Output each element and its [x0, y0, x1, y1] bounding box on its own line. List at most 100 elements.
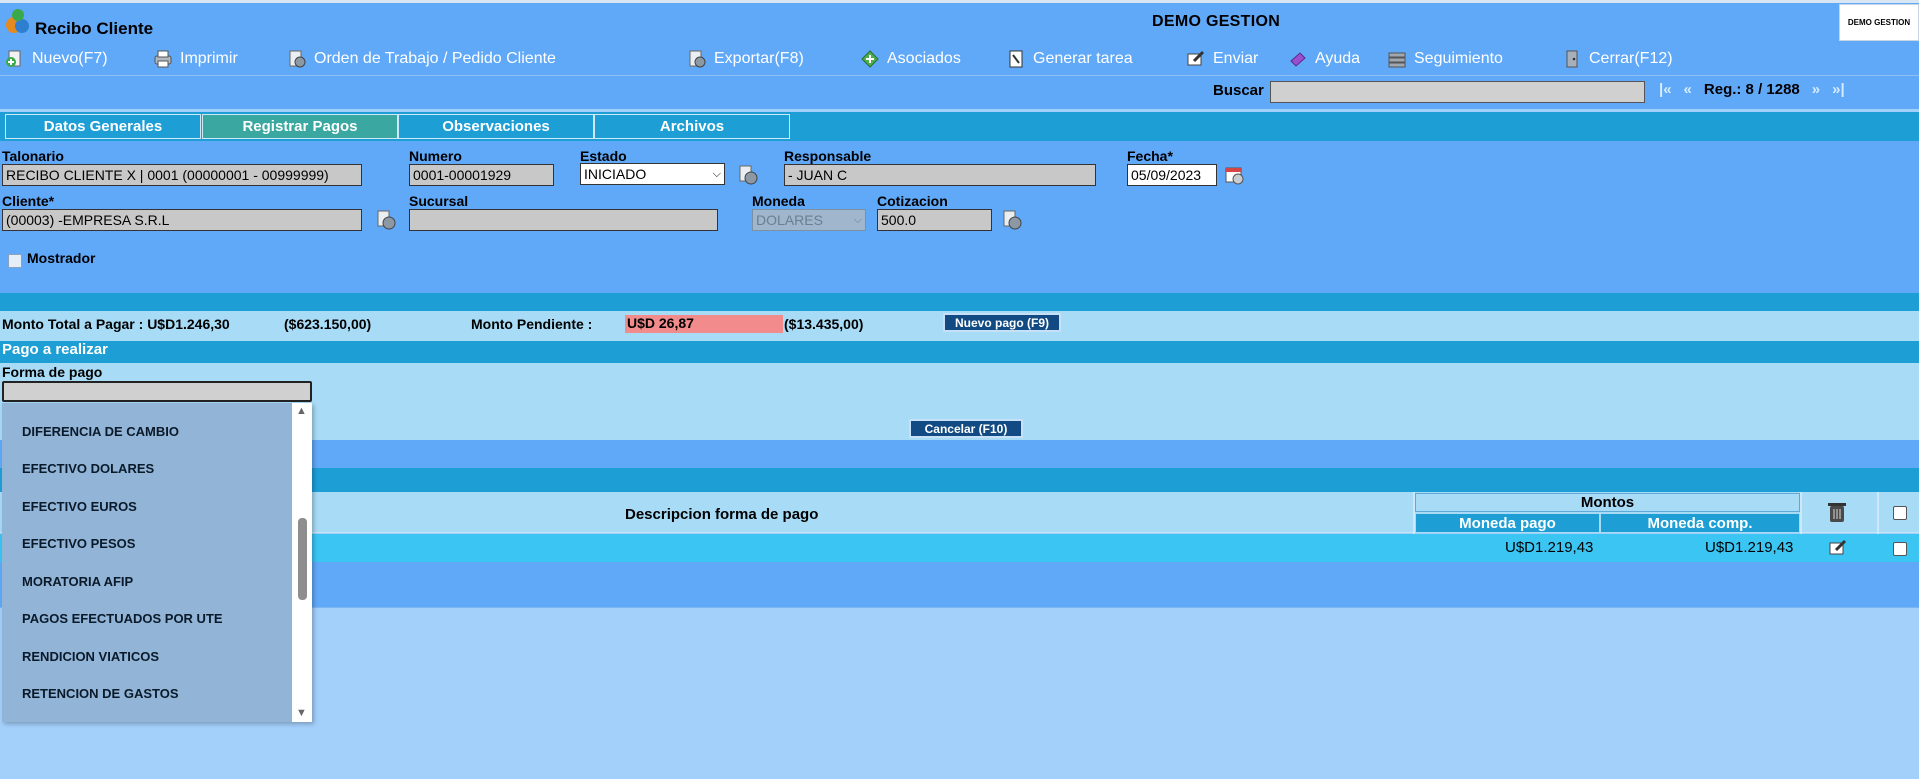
dropdown-option[interactable]: EFECTIVO EUROS: [22, 499, 137, 514]
monto-pendiente-value: U$D 26,87: [625, 315, 783, 333]
column-montos: Montos: [1415, 493, 1800, 512]
responsable-label: Responsable: [784, 148, 872, 164]
chevron-down-icon: ⌵: [853, 213, 862, 226]
fecha-field[interactable]: 05/09/2023: [1127, 164, 1217, 186]
previous-record-button[interactable]: «: [1684, 81, 1692, 98]
dropdown-option[interactable]: EFECTIVO PESOS: [22, 536, 135, 551]
monto-pendiente-pesos: ($13.435,00): [784, 316, 864, 332]
talonario-label: Talonario: [2, 148, 64, 164]
new-button-label: Nuevo(F7): [32, 50, 108, 67]
calendar-icon[interactable]: [1223, 164, 1245, 186]
talonario-field[interactable]: RECIBO CLIENTE X | 0001 (00000001 - 0099…: [2, 164, 362, 186]
sucursal-field[interactable]: [409, 209, 718, 231]
cotizacion-label: Cotizacion: [877, 193, 948, 209]
toolbar: Nuevo(F7) Imprimir Orden de Trabajo / Pe…: [0, 42, 1919, 76]
help-button[interactable]: Ayuda: [1288, 49, 1360, 69]
generate-task-button-label: Generar tarea: [1033, 50, 1133, 67]
print-button-label: Imprimir: [180, 50, 238, 67]
tab-bar: Datos Generales Registrar Pagos Observac…: [0, 112, 1919, 141]
column-moneda-comp: Moneda comp.: [1600, 513, 1800, 533]
send-pencil-icon: [1187, 50, 1205, 66]
column-descripcion: Descripcion forma de pago: [625, 506, 819, 523]
tab-archivos[interactable]: Archivos: [594, 114, 790, 139]
print-button[interactable]: Imprimir: [153, 49, 238, 69]
tab-observaciones[interactable]: Observaciones: [398, 114, 594, 139]
next-record-button[interactable]: »: [1812, 81, 1820, 98]
dropdown-option[interactable]: PAGOS EFECTUADOS POR UTE: [22, 611, 223, 626]
export-icon: [689, 50, 706, 68]
send-button[interactable]: Enviar: [1186, 49, 1258, 69]
estado-select[interactable]: INICIADO ⌵: [580, 163, 725, 185]
numero-label: Numero: [409, 148, 462, 164]
fecha-label: Fecha*: [1127, 148, 1173, 164]
company-logo: DEMO GESTION: [1839, 4, 1919, 41]
forma-pago-input[interactable]: [2, 381, 312, 402]
work-order-button[interactable]: Orden de Trabajo / Pedido Cliente: [287, 49, 556, 69]
dropdown-option[interactable]: MORATORIA AFIP: [22, 574, 133, 589]
dropdown-option[interactable]: EFECTIVO DOLARES: [22, 461, 154, 476]
nuevo-pago-button[interactable]: Nuevo pago (F9): [943, 313, 1061, 332]
associates-icon: [861, 50, 879, 68]
search-label: Buscar: [1213, 82, 1264, 99]
associates-button[interactable]: Asociados: [860, 49, 961, 69]
dropdown-list: DIFERENCIA DE CAMBIO EFECTIVO DOLARES EF…: [2, 403, 290, 722]
estado-select-value: INICIADO: [584, 166, 647, 182]
moneda-select[interactable]: DOLARES ⌵: [752, 209, 866, 231]
row-moneda-comp: U$D1.219,43: [1705, 539, 1794, 556]
forma-pago-label: Forma de pago: [2, 364, 103, 380]
estado-label: Estado: [580, 148, 627, 164]
estado-action-icon[interactable]: [737, 164, 759, 186]
cliente-label: Cliente*: [2, 193, 55, 209]
cliente-search-icon[interactable]: [375, 209, 397, 231]
export-button[interactable]: Exportar(F8): [687, 49, 804, 69]
new-button[interactable]: Nuevo(F7): [5, 49, 108, 69]
export-button-label: Exportar(F8): [714, 50, 804, 67]
generate-task-button[interactable]: Generar tarea: [1006, 49, 1133, 69]
close-door-icon: [1566, 50, 1578, 68]
new-document-icon: [6, 50, 21, 67]
section-divider: [0, 293, 1919, 311]
select-all-checkbox[interactable]: [1893, 506, 1907, 520]
app-logo-icon: [6, 9, 29, 33]
chevron-down-icon: ⌵: [712, 167, 721, 180]
title-bar: [0, 0, 1919, 42]
scrollbar-thumb[interactable]: [298, 518, 307, 600]
close-button[interactable]: Cerrar(F12): [1562, 49, 1673, 69]
first-record-button[interactable]: |«: [1659, 81, 1672, 98]
associates-button-label: Asociados: [887, 50, 961, 67]
cancelar-button[interactable]: Cancelar (F10): [909, 419, 1023, 438]
printer-icon: [154, 50, 172, 68]
tracking-button[interactable]: Seguimiento: [1387, 49, 1503, 69]
edit-icon[interactable]: [1828, 538, 1848, 558]
record-counter: Reg.: 8 / 1288: [1703, 81, 1800, 98]
responsable-field[interactable]: - JUAN C: [784, 164, 1096, 186]
dropdown-option[interactable]: DIFERENCIA DE CAMBIO: [22, 424, 179, 439]
dropdown-option[interactable]: RENDICION VIATICOS: [22, 649, 159, 664]
cotizacion-field[interactable]: 500.0: [877, 209, 992, 231]
mostrador-checkbox[interactable]: [8, 254, 22, 268]
dropdown-option[interactable]: RETENCION DE GASTOS: [22, 686, 179, 701]
record-navigation: |« « Reg.: 8 / 1288 » »|: [1659, 81, 1845, 98]
column-moneda-pago: Moneda pago: [1415, 513, 1600, 533]
cliente-field[interactable]: (00003) -EMPRESA S.R.L: [2, 209, 362, 231]
row-moneda-pago: U$D1.219,43: [1505, 539, 1594, 556]
tab-datos-generales[interactable]: Datos Generales: [5, 114, 201, 139]
work-order-button-label: Orden de Trabajo / Pedido Cliente: [314, 50, 556, 67]
trash-icon[interactable]: [1826, 500, 1848, 524]
help-book-icon: [1290, 52, 1306, 67]
tracking-button-label: Seguimiento: [1414, 50, 1503, 67]
tab-registrar-pagos[interactable]: Registrar Pagos: [202, 114, 398, 139]
monto-total-pesos: ($623.150,00): [284, 316, 372, 332]
pago-section-title: Pago a realizar: [2, 341, 108, 358]
scroll-down-icon[interactable]: ▼: [296, 707, 307, 719]
search-input[interactable]: [1270, 81, 1645, 103]
mostrador-label: Mostrador: [27, 250, 96, 266]
scroll-up-icon[interactable]: ▲: [296, 405, 307, 417]
forma-pago-dropdown: DIFERENCIA DE CAMBIO EFECTIVO DOLARES EF…: [2, 403, 312, 722]
last-record-button[interactable]: »|: [1832, 81, 1845, 98]
numero-field[interactable]: 0001-00001929: [409, 164, 554, 186]
cotizacion-refresh-icon[interactable]: [1001, 209, 1023, 231]
task-icon: [1009, 50, 1023, 68]
send-button-label: Enviar: [1213, 50, 1259, 67]
row-checkbox[interactable]: [1893, 542, 1907, 556]
